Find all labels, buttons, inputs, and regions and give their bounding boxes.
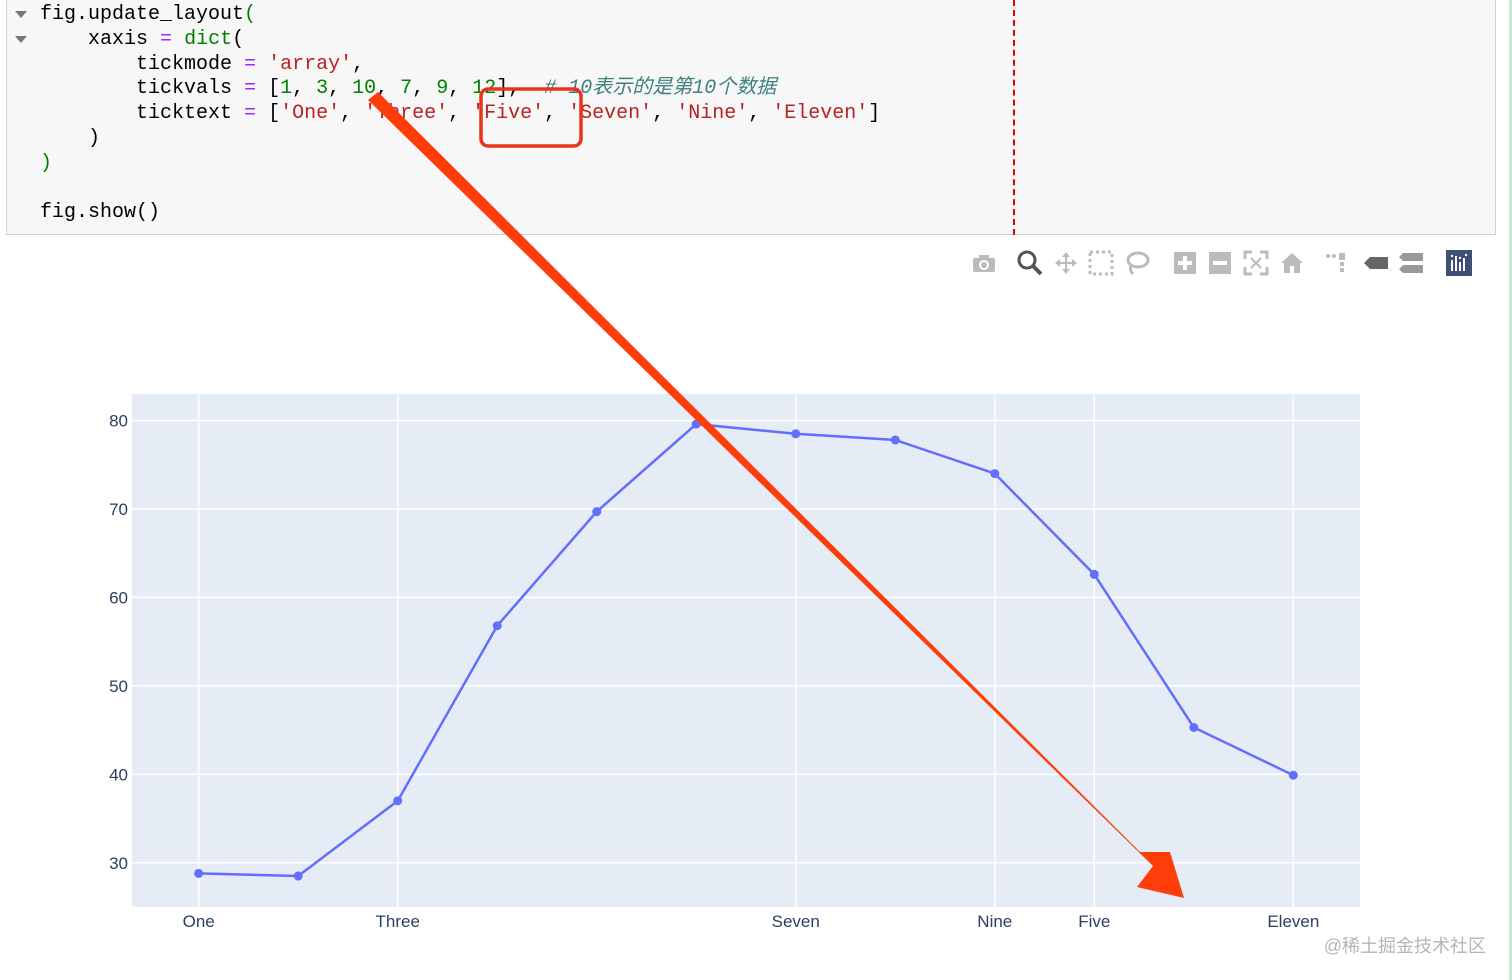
- x-tick-label: Nine: [977, 912, 1012, 931]
- x-axis-tick-labels: One Three Seven Nine Five Eleven: [183, 912, 1320, 931]
- y-tick-label: 70: [109, 500, 128, 519]
- x-tick-label: Eleven: [1267, 912, 1319, 931]
- y-axis-tick-labels: 30 40 50 60 70 80: [109, 412, 128, 873]
- watermark: @稀土掘金技术社区: [1323, 936, 1486, 956]
- x-tick-label: Three: [375, 912, 419, 931]
- data-point[interactable]: [1089, 569, 1099, 579]
- y-tick-label: 40: [109, 765, 128, 784]
- data-point[interactable]: [890, 435, 900, 445]
- data-point[interactable]: [1288, 770, 1298, 780]
- line-chart[interactable]: 30 40 50 60 70 80 One Three Seven Nine Five Eleven: [0, 0, 1512, 980]
- data-point[interactable]: [990, 469, 1000, 479]
- data-point[interactable]: [293, 871, 303, 881]
- data-point[interactable]: [1189, 722, 1199, 732]
- data-point[interactable]: [194, 868, 204, 878]
- y-tick-label: 60: [109, 588, 128, 607]
- y-tick-label: 50: [109, 677, 128, 696]
- y-tick-label: 30: [109, 854, 128, 873]
- data-point[interactable]: [492, 621, 502, 631]
- x-tick-label: Seven: [772, 912, 820, 931]
- data-point[interactable]: [592, 507, 602, 517]
- plot-background: [132, 394, 1360, 907]
- y-tick-label: 80: [109, 412, 128, 431]
- x-tick-label: Five: [1078, 912, 1110, 931]
- data-point[interactable]: [791, 429, 801, 439]
- data-point[interactable]: [393, 796, 403, 806]
- x-tick-label: One: [183, 912, 215, 931]
- data-point[interactable]: [691, 419, 701, 429]
